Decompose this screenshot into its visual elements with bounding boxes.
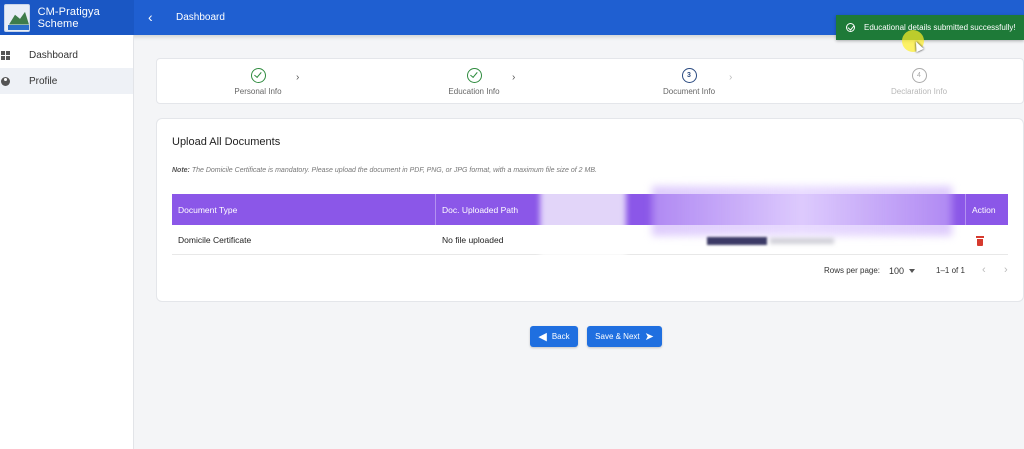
step-label: Education Info <box>448 87 500 96</box>
chevron-right-icon[interactable]: › <box>1004 264 1008 276</box>
save-next-button[interactable]: Save & Next ➤ <box>587 326 662 347</box>
sidebar: Dashboard Profile <box>0 35 134 449</box>
note-text: The Domicile Certificate is mandatory. P… <box>191 167 597 174</box>
redacted-region <box>707 237 767 245</box>
cell-uploaded-path: No file uploaded <box>442 235 504 245</box>
check-circle-icon <box>466 68 482 83</box>
sidebar-item-dashboard[interactable]: Dashboard <box>0 42 133 68</box>
card-title: Upload All Documents <box>172 136 281 148</box>
documents-card: Upload All Documents Note: The Domicile … <box>156 118 1024 302</box>
toast-message: Educational details submitted successful… <box>864 23 1016 32</box>
header-title: Dashboard <box>176 12 225 23</box>
save-next-button-label: Save & Next <box>595 332 640 341</box>
dashboard-grid-icon <box>1 50 10 60</box>
column-header-document-type: Document Type <box>172 194 436 225</box>
success-toast: Educational details submitted successful… <box>836 15 1024 40</box>
sidebar-item-profile[interactable]: Profile <box>0 68 133 94</box>
chevron-right-icon: › <box>729 72 733 83</box>
check-circle-icon <box>250 68 266 83</box>
table-pagination: Rows per page: 100 1–1 of 1 ‹ › <box>172 256 1008 286</box>
caret-down-icon[interactable] <box>909 269 915 273</box>
pagination-range: 1–1 of 1 <box>936 266 965 275</box>
cell-document-type: Domicile Certificate <box>178 235 252 245</box>
person-icon <box>1 76 10 86</box>
step-number: 3 <box>681 68 697 83</box>
back-button[interactable]: ◀ Back <box>530 326 578 347</box>
step-declaration-info[interactable]: 4 Declaration Info <box>864 68 974 96</box>
delete-icon[interactable] <box>976 236 984 246</box>
send-arrow-icon: ➤ <box>644 330 654 343</box>
rows-per-page-label: Rows per page: <box>824 266 881 275</box>
sidebar-item-label: Profile <box>29 75 58 87</box>
redacted-region <box>770 238 834 244</box>
column-header-action: Action <box>972 204 996 215</box>
check-circle-icon <box>846 23 855 32</box>
rows-per-page-select[interactable]: 100 <box>889 266 904 276</box>
step-document-info[interactable]: 3 Document Info <box>634 68 744 96</box>
app-title: CM-Pratigya Scheme <box>37 5 100 30</box>
step-number: 4 <box>911 68 927 83</box>
note-prefix: Note: <box>172 167 190 174</box>
sidebar-item-label: Dashboard <box>29 49 78 61</box>
chevron-left-icon[interactable]: ‹ <box>982 264 986 276</box>
step-label: Personal Info <box>234 87 282 96</box>
arrow-left-icon: ◀ <box>538 330 547 343</box>
step-label: Document Info <box>662 87 716 96</box>
documents-table: Document Type Doc. Uploaded Path Action … <box>172 186 1008 278</box>
redacted-region <box>652 186 952 236</box>
upload-note: Note: The Domicile Certificate is mandat… <box>172 167 597 174</box>
back-button-label: Back <box>551 332 570 341</box>
chevron-right-icon: › <box>512 72 516 83</box>
form-stepper: Personal Info › Education Info › 3 Docum… <box>156 58 1024 104</box>
scheme-logo <box>4 3 30 32</box>
chevron-left-icon[interactable]: ‹ <box>148 10 153 24</box>
brand[interactable]: CM-Pratigya Scheme <box>0 0 134 35</box>
step-label: Declaration Info <box>890 87 948 96</box>
chevron-right-icon: › <box>296 72 300 83</box>
